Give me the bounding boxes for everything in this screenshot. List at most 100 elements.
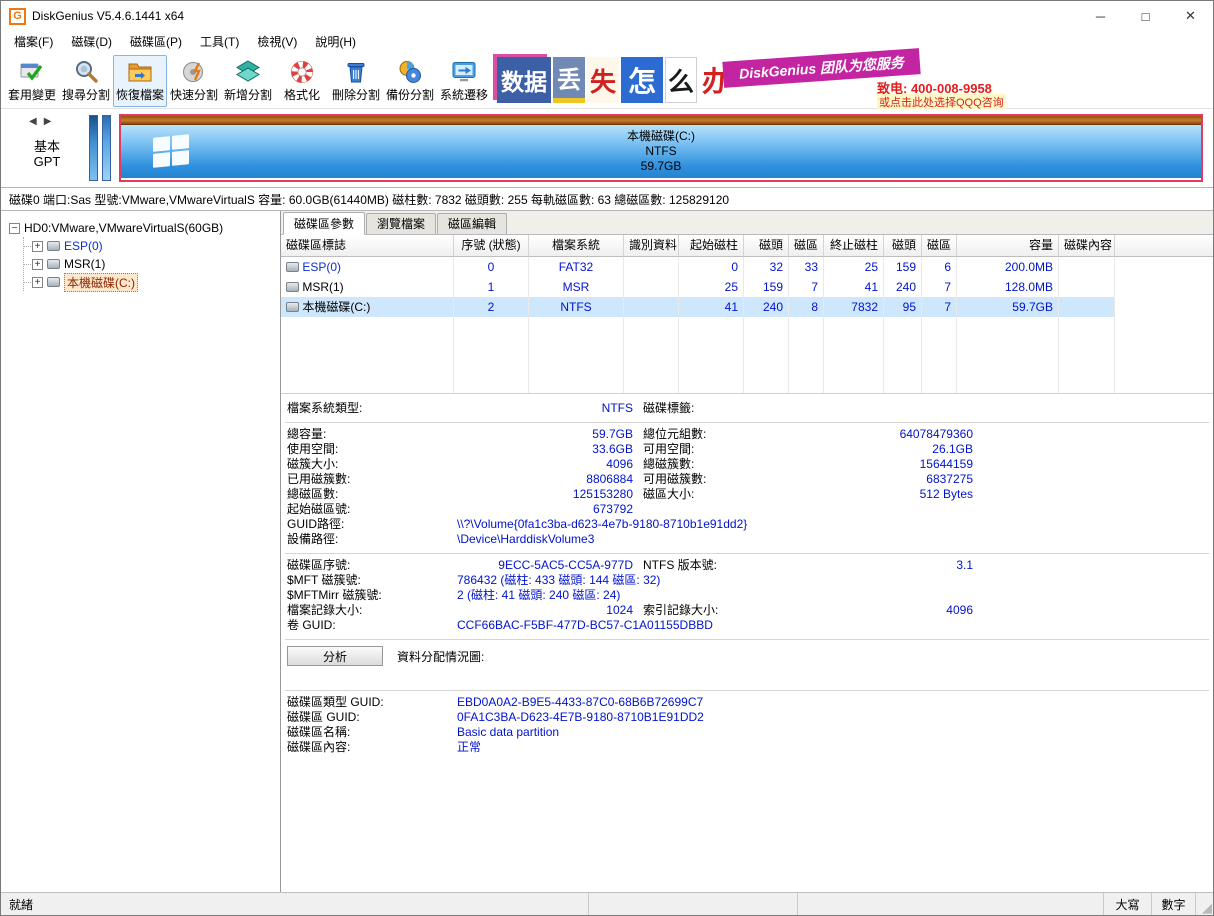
partition-icon <box>286 282 299 292</box>
detail-row: 磁碟區類型 GUID: EBD0A0A2-B9E5-4433-87C0-68B6… <box>285 695 1209 710</box>
partition-size: 59.7GB <box>641 159 682 174</box>
table-row-msr[interactable]: MSR(1) 1 MSR 25 159 7 41 240 7 128.0MB <box>281 277 1213 297</box>
partition-bar-header-strip <box>121 116 1201 125</box>
next-disk-icon[interactable]: ▶ <box>44 116 59 127</box>
partition-icon <box>286 262 299 272</box>
detail-row: GUID路徑: \\?\Volume{0fa1c3ba-d623-4e7b-91… <box>285 517 1209 532</box>
detail-row: 設備路徑: \Device\HarddiskVolume3 <box>285 532 1209 547</box>
delete-partition-button[interactable]: 刪除分割 <box>329 55 383 107</box>
banner-tile: 失 <box>587 57 619 103</box>
partition-fs: NTFS <box>645 144 676 159</box>
menu-tools[interactable]: 工具(T) <box>191 31 248 53</box>
disk-graphic-panel: ◀▶ 基本 GPT 本機磁碟(C:) NTFS 59.7GB <box>1 109 1213 187</box>
tab-partition-params[interactable]: 磁碟區參數 <box>283 212 365 235</box>
detail-row: 磁簇大小: 4096 總磁簇數: 15644159 <box>285 457 1209 472</box>
format-icon <box>289 59 315 85</box>
table-empty-rows <box>281 317 1213 393</box>
analyze-button[interactable]: 分析 <box>287 646 383 666</box>
expand-icon[interactable]: + <box>32 241 43 252</box>
prev-disk-icon[interactable]: ◀ <box>29 116 44 127</box>
tree-item-msr[interactable]: + MSR(1) <box>24 255 280 273</box>
disk-nav-arrows[interactable]: ◀▶ <box>29 116 58 127</box>
system-migration-icon <box>451 59 477 85</box>
detail-row: 起始磁區號: 673792 <box>285 502 1209 517</box>
detail-row: 總容量: 59.7GB 總位元組數: 64078479360 <box>285 427 1209 442</box>
partition-table-header: 磁碟區標誌 序號 (狀態) 檔案系統 識別資料 起始磁柱 磁頭 磁區 終止磁柱 … <box>281 235 1213 257</box>
resize-grip-icon[interactable]: ◢ <box>1196 893 1213 915</box>
partition-icon <box>47 241 60 251</box>
expand-icon[interactable]: + <box>32 259 43 270</box>
new-partition-button[interactable]: 新增分割 <box>221 55 275 107</box>
disk-info-line: 磁碟0 端口:Sas 型號:VMware,VMwareVirtualS 容量: … <box>1 187 1213 211</box>
partition-bar-c[interactable]: 本機磁碟(C:) NTFS 59.7GB <box>119 114 1203 182</box>
banner-tile: 么 <box>665 57 697 103</box>
quick-partition-button[interactable]: 快速分割 <box>167 55 221 107</box>
tab-sector-edit[interactable]: 磁區編輯 <box>437 213 507 234</box>
menu-disk[interactable]: 磁碟(D) <box>62 31 121 53</box>
recover-files-icon <box>127 59 153 85</box>
status-bar: 就緒 大寫 數字 ◢ <box>1 892 1213 915</box>
close-button[interactable]: ✕ <box>1168 1 1213 31</box>
window-title: DiskGenius V5.4.6.1441 x64 <box>32 9 184 23</box>
banner-tiles: 数据 丢 失 怎 么 办 <box>497 57 733 104</box>
menu-file[interactable]: 檔案(F) <box>5 31 62 53</box>
quick-partition-icon <box>181 59 207 85</box>
detail-row: 磁碟區內容: 正常 <box>285 740 1209 755</box>
table-row-c-selected[interactable]: 本機磁碟(C:) 2 NTFS 41 240 8 7832 95 7 59.7G… <box>281 297 1213 317</box>
capacity-section: 總容量: 59.7GB 總位元組數: 64078479360 使用空間: 33.… <box>285 423 1209 554</box>
format-button[interactable]: 格式化 <box>275 55 329 107</box>
main-area: − HD0:VMware,VMwareVirtualS(60GB) + ESP(… <box>1 211 1213 894</box>
partition-tree: − HD0:VMware,VMwareVirtualS(60GB) + ESP(… <box>1 211 281 894</box>
menu-view[interactable]: 檢視(V) <box>248 31 306 53</box>
menu-help[interactable]: 說明(H) <box>306 31 365 53</box>
search-partition-button[interactable]: 搜尋分割 <box>59 55 113 107</box>
maximize-button[interactable]: □ <box>1123 1 1168 31</box>
minimize-button[interactable]: ─ <box>1078 1 1123 31</box>
mini-partition-bar-msr[interactable] <box>102 115 111 181</box>
backup-partition-icon <box>397 59 423 85</box>
right-panel: 磁碟區參數 瀏覽檔案 磁區編輯 磁碟區標誌 序號 (狀態) 檔案系統 識別資料 … <box>281 211 1213 894</box>
disk-type-label: 基本 <box>19 136 75 155</box>
status-panel <box>798 893 1104 915</box>
tree-children: + ESP(0) + MSR(1) + 本機磁碟(C:) <box>23 237 280 291</box>
mini-partition-bar-esp[interactable] <box>89 115 98 181</box>
detail-row: 檔案記錄大小: 1024 索引記錄大小: 4096 <box>285 603 1209 618</box>
detail-row: 使用空間: 33.6GB 可用空間: 26.1GB <box>285 442 1209 457</box>
tab-browse-files[interactable]: 瀏覽檔案 <box>366 213 436 234</box>
ntfs-section: 磁碟區序號: 9ECC-5AC5-CC5A-977D NTFS 版本號: 3.1… <box>285 554 1209 640</box>
expand-icon[interactable]: + <box>32 277 43 288</box>
detail-row: 總磁區數: 125153280 磁區大小: 512 Bytes <box>285 487 1209 502</box>
disk-scheme-label: GPT <box>19 154 75 169</box>
system-migration-button[interactable]: 系統遷移 <box>437 55 491 107</box>
collapse-icon[interactable]: − <box>9 223 20 234</box>
recover-files-button[interactable]: 恢復檔案 <box>113 55 167 107</box>
tree-item-c[interactable]: + 本機磁碟(C:) <box>24 273 280 291</box>
detail-row: 檔案系統類型: NTFS 磁碟標籤: <box>285 401 1209 416</box>
partition-icon <box>286 302 299 312</box>
tree-item-disk0[interactable]: − HD0:VMware,VMwareVirtualS(60GB) <box>9 219 280 237</box>
banner-tile: 怎 <box>621 57 663 103</box>
banner-tile: 数据 <box>497 57 551 103</box>
tree-item-esp[interactable]: + ESP(0) <box>24 237 280 255</box>
delete-partition-icon <box>343 59 369 85</box>
promo-banner: 数据 丢 失 怎 么 办 DiskGenius 团队为您服务 致电: 400-0… <box>497 54 999 108</box>
status-capslock: 大寫 <box>1104 893 1152 915</box>
status-ready: 就緒 <box>1 893 589 915</box>
menu-bar: 檔案(F) 磁碟(D) 磁碟區(P) 工具(T) 檢視(V) 說明(H) <box>1 31 1213 53</box>
detail-row: 磁碟區序號: 9ECC-5AC5-CC5A-977D NTFS 版本號: 3.1 <box>285 558 1209 573</box>
search-partition-icon <box>73 59 99 85</box>
apply-changes-icon <box>19 59 45 85</box>
partition-icon <box>47 277 60 287</box>
partition-details: 檔案系統類型: NTFS 磁碟標籤: 總容量: 59.7GB 總位元組數: 64… <box>281 393 1213 894</box>
menu-partition[interactable]: 磁碟區(P) <box>121 31 191 53</box>
allocation-map-label: 資料分配情況圖: <box>397 648 484 665</box>
banner-qq-link[interactable]: 或点击此处选择QQQ咨询 <box>877 94 1006 110</box>
analysis-row: 分析 資料分配情況圖: <box>285 640 1209 691</box>
window-controls: ─ □ ✕ <box>1078 1 1213 31</box>
apply-changes-button[interactable]: 套用變更 <box>5 55 59 107</box>
new-partition-icon <box>235 59 261 85</box>
table-row-esp[interactable]: ESP(0) 0 FAT32 0 32 33 25 159 6 200.0MB <box>281 257 1213 277</box>
detail-row: 卷 GUID: CCF66BAC-F5BF-477D-BC57-C1A01155… <box>285 618 1209 633</box>
partition-name: 本機磁碟(C:) <box>627 129 695 144</box>
backup-partition-button[interactable]: 備份分割 <box>383 55 437 107</box>
